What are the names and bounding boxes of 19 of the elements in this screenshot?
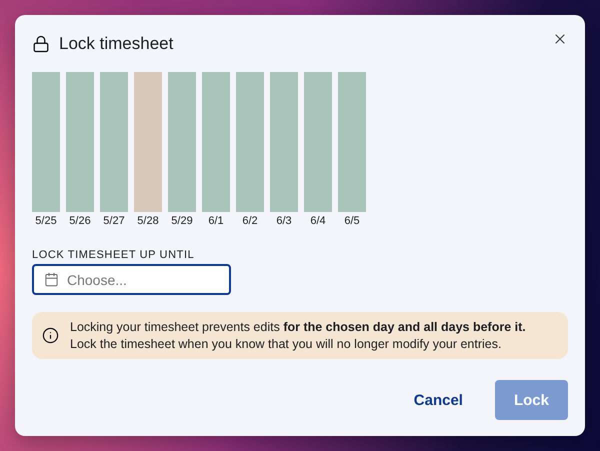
day-label: 6/5 bbox=[344, 215, 360, 227]
day-label: 5/25 bbox=[35, 215, 57, 227]
calendar-icon bbox=[44, 272, 59, 287]
field-label: LOCK TIMESHEET UP UNTIL bbox=[32, 249, 196, 261]
info-icon bbox=[42, 327, 59, 344]
day-label: 5/26 bbox=[69, 215, 91, 227]
notice-text: Lock the timesheet when you know that you will no longer modify your entries. bbox=[70, 337, 502, 351]
day-label: 6/1 bbox=[208, 215, 224, 227]
day-label: 6/2 bbox=[242, 215, 258, 227]
lock-icon bbox=[32, 35, 50, 53]
day-label: 5/29 bbox=[171, 215, 193, 227]
cancel-button[interactable]: Cancel bbox=[412, 380, 465, 420]
day-label: 6/3 bbox=[276, 215, 292, 227]
dialog-title: Lock timesheet bbox=[59, 34, 174, 54]
day-label: 5/28 bbox=[137, 215, 159, 227]
day-label: 5/27 bbox=[103, 215, 125, 227]
notice-text: Locking your timesheet prevents edits for the chosen day and all days before it. bbox=[70, 320, 526, 334]
date-field[interactable]: Choose... bbox=[32, 264, 231, 295]
day-label: 6/4 bbox=[310, 215, 326, 227]
